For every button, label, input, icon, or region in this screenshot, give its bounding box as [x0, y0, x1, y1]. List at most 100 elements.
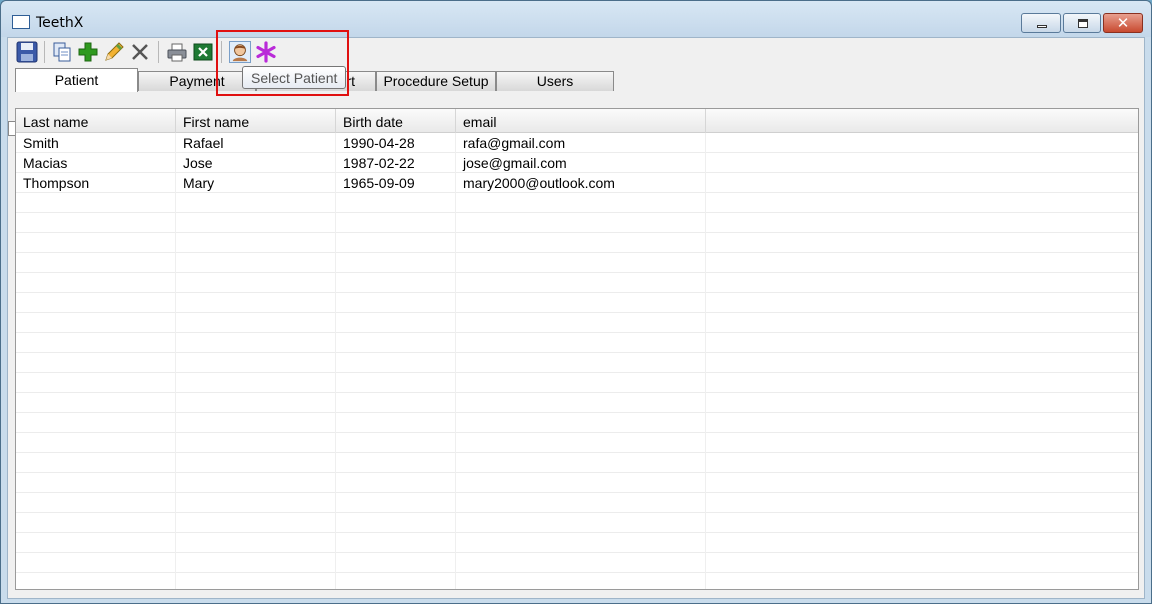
last-name-cell [16, 433, 176, 453]
last-name-cell [16, 293, 176, 313]
birth-date-cell [336, 373, 456, 393]
birth-date-cell [336, 273, 456, 293]
table-row[interactable] [16, 453, 1138, 473]
email-cell [456, 353, 706, 373]
delete-x-icon [132, 44, 148, 60]
tab-procedure-setup[interactable]: Procedure Setup [376, 71, 496, 91]
first-name-cell: Rafael [176, 133, 336, 153]
minimize-icon [1037, 25, 1047, 28]
table-row[interactable] [16, 493, 1138, 513]
table-row[interactable]: Smith Rafael 1990-04-28 rafa@gmail.com [16, 133, 1138, 153]
first-name-cell [176, 313, 336, 333]
table-row[interactable] [16, 393, 1138, 413]
table-row[interactable] [16, 293, 1138, 313]
close-button[interactable]: ✕ [1103, 13, 1143, 33]
excel-export-icon [193, 43, 213, 61]
email-cell [456, 553, 706, 573]
filler-cell [706, 233, 1138, 253]
email-cell [456, 453, 706, 473]
first-name-cell [176, 453, 336, 473]
app-window: TeethX ✕ Patient Payment rt Procedure Se… [0, 0, 1152, 604]
filler-cell [706, 313, 1138, 333]
select-patient-button[interactable] [229, 41, 251, 63]
copy-button[interactable] [51, 41, 73, 63]
edit-pencil-icon [105, 42, 124, 61]
last-name-cell [16, 353, 176, 373]
save-icon [16, 41, 38, 63]
table-row[interactable] [16, 513, 1138, 533]
tab-patient[interactable]: Patient [15, 68, 138, 92]
birth-date-cell [336, 293, 456, 313]
last-name-cell [16, 233, 176, 253]
filler-cell [706, 293, 1138, 313]
table-row[interactable] [16, 433, 1138, 453]
table-row[interactable]: Macias Jose 1987-02-22 jose@gmail.com [16, 153, 1138, 173]
first-name-cell [176, 353, 336, 373]
column-header-birth-date[interactable]: Birth date [336, 109, 456, 133]
birth-date-cell [336, 193, 456, 213]
table-row[interactable] [16, 273, 1138, 293]
tab-users[interactable]: Users [496, 71, 614, 91]
birth-date-cell: 1987-02-22 [336, 153, 456, 173]
birth-date-cell: 1990-04-28 [336, 133, 456, 153]
first-name-cell [176, 333, 336, 353]
first-name-cell [176, 553, 336, 573]
birth-date-cell [336, 333, 456, 353]
last-name-cell: Smith [16, 133, 176, 153]
new-record-button[interactable] [255, 41, 277, 63]
filler-cell [706, 533, 1138, 553]
first-name-cell [176, 373, 336, 393]
table-row[interactable] [16, 413, 1138, 433]
table-row[interactable] [16, 353, 1138, 373]
table-row[interactable] [16, 373, 1138, 393]
table-row[interactable]: Thompson Mary 1965-09-09 mary2000@outlook.c… [16, 173, 1138, 193]
birth-date-cell: 1965-09-09 [336, 173, 456, 193]
birth-date-cell [336, 493, 456, 513]
filler-cell [706, 333, 1138, 353]
first-name-cell [176, 213, 336, 233]
email-cell [456, 193, 706, 213]
table-row[interactable] [16, 213, 1138, 233]
email-cell [456, 513, 706, 533]
excel-export-button[interactable] [192, 41, 214, 63]
table-row[interactable] [16, 533, 1138, 553]
column-header-last-name[interactable]: Last name [16, 109, 176, 133]
last-name-cell [16, 473, 176, 493]
birth-date-cell [336, 433, 456, 453]
filler-cell [706, 553, 1138, 573]
table-row[interactable] [16, 233, 1138, 253]
delete-button[interactable] [129, 41, 151, 63]
first-name-cell [176, 413, 336, 433]
filler-cell [706, 353, 1138, 373]
birth-date-cell [336, 253, 456, 273]
last-name-cell [16, 573, 176, 589]
table-row[interactable] [16, 253, 1138, 273]
minimize-button[interactable] [1021, 13, 1061, 33]
window-title: TeethX [36, 15, 84, 31]
tab-payment[interactable]: Payment [138, 71, 256, 91]
edit-button[interactable] [103, 41, 125, 63]
table-row[interactable] [16, 573, 1138, 589]
toolbar [8, 38, 1144, 66]
table-row[interactable] [16, 193, 1138, 213]
filler-cell [706, 433, 1138, 453]
print-button[interactable] [166, 41, 188, 63]
column-header-first-name[interactable]: First name [176, 109, 336, 133]
table-row[interactable] [16, 553, 1138, 573]
column-header-email[interactable]: email [456, 109, 706, 133]
grid-rows: Smith Rafael 1990-04-28 rafa@gmail.com Macia… [16, 133, 1138, 589]
first-name-cell [176, 533, 336, 553]
last-name-cell [16, 493, 176, 513]
table-row[interactable] [16, 473, 1138, 493]
patient-grid[interactable]: Last name First name Birth date email Sm… [15, 108, 1139, 590]
filler-cell [706, 173, 1138, 193]
last-name-cell [16, 273, 176, 293]
last-name-cell [16, 393, 176, 413]
first-name-cell [176, 513, 336, 533]
table-row[interactable] [16, 333, 1138, 353]
table-row[interactable] [16, 313, 1138, 333]
save-button[interactable] [16, 41, 38, 63]
title-bar[interactable]: TeethX ✕ [1, 1, 1151, 37]
maximize-button[interactable] [1063, 13, 1101, 33]
add-button[interactable] [77, 41, 99, 63]
